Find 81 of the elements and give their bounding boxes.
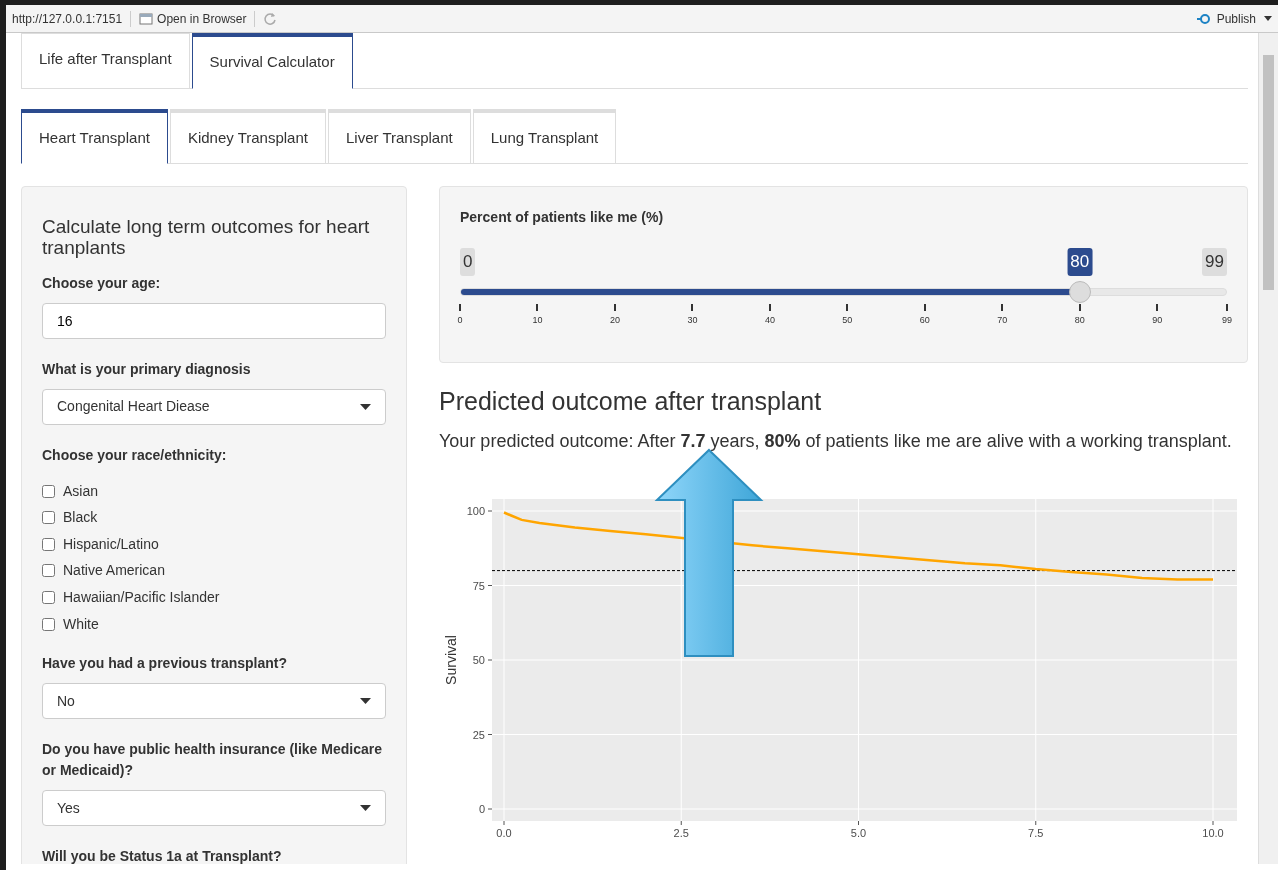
tick-label: 80: [1074, 314, 1085, 327]
tick-label: 20: [609, 314, 620, 327]
tick-label: 70: [997, 314, 1008, 327]
tick-mark: [536, 304, 539, 311]
caret-icon: [360, 403, 371, 410]
tab[interactable]: Life after Transplant: [21, 33, 190, 88]
axis-tick-label: 100: [466, 505, 485, 518]
age-input[interactable]: 16: [42, 302, 386, 339]
tick-label: 10: [532, 314, 543, 327]
tab[interactable]: Heart Transplant: [21, 108, 168, 164]
tab[interactable]: Survival Calculator: [191, 33, 353, 89]
field-label: Have you had a previous transplant?: [42, 654, 289, 674]
checkbox[interactable]: [42, 484, 55, 498]
caret-icon: [360, 805, 371, 812]
tick-mark: [459, 304, 461, 311]
field-label: Will you be Status 1a at Transplant?: [42, 847, 283, 864]
axis-title: Survival: [443, 635, 459, 686]
slider-label: Percent of patients like me (%): [460, 208, 665, 227]
axis-tick-label: 5.0: [850, 827, 867, 840]
slider-value: 80: [1067, 248, 1093, 276]
tick-label: 40: [764, 314, 775, 327]
tick-mark: [691, 304, 694, 311]
tick-label: 99: [1222, 314, 1232, 327]
caret-icon: [360, 698, 371, 705]
axis-tick-label: 0.0: [496, 827, 512, 840]
checkbox-label[interactable]: Hawaiian/Pacific Islander: [63, 586, 220, 608]
checkbox[interactable]: [42, 617, 55, 631]
open-browser-button[interactable]: Open in Browser: [139, 9, 247, 28]
slider-max: 99: [1202, 248, 1227, 276]
checkbox-label[interactable]: Black: [63, 507, 98, 529]
axis-tick-label: 25: [472, 728, 485, 741]
outcome-heading: Predicted outcome after transplant: [439, 386, 823, 417]
checkbox[interactable]: [42, 511, 55, 525]
tick-mark: [923, 304, 926, 311]
url-text: http://127.0.0.1:7151: [12, 10, 123, 28]
sidebar-title: Calculate long term outcomes for heart tranplants: [42, 217, 371, 259]
axis-tick-label: 2.5: [673, 827, 689, 840]
axis-tick-label: 7.5: [1028, 827, 1044, 840]
tab[interactable]: Liver Transplant: [327, 108, 471, 163]
checkbox[interactable]: [42, 537, 55, 551]
tick-label: 30: [687, 314, 698, 327]
publish-icon[interactable]: [1196, 12, 1213, 25]
tick-label: 50: [842, 314, 853, 327]
checkbox-label[interactable]: Native American: [63, 560, 165, 582]
scrollbar[interactable]: [1258, 33, 1278, 864]
slider-track[interactable]: [460, 288, 1227, 296]
tick-label: 60: [919, 314, 930, 327]
select-field[interactable]: Congenital Heart Diease: [42, 388, 386, 425]
tick-label: 90: [1152, 314, 1163, 327]
checkbox-label[interactable]: Asian: [63, 480, 99, 502]
checkbox-label[interactable]: White: [63, 613, 99, 635]
tick-mark: [1156, 304, 1159, 311]
caret-icon[interactable]: [1264, 16, 1272, 21]
tick-mark: [1001, 304, 1004, 311]
slider-handle[interactable]: [1068, 281, 1091, 303]
tick-mark: [1226, 304, 1228, 311]
window-icon[interactable]: [139, 12, 154, 25]
checkbox[interactable]: [42, 590, 55, 604]
publish-button[interactable]: Publish: [1196, 9, 1256, 28]
field-label: Do you have public health insurance (like Medicare or Medicaid)?: [42, 740, 383, 781]
checkbox[interactable]: [42, 564, 55, 578]
axis-tick-label: 50: [472, 654, 485, 667]
outcome-text: Your predicted outcome: After 7.7 years, 80% of patients like me are alive with a working transplant.: [439, 430, 1233, 452]
slider-min: 0: [460, 248, 476, 276]
tick-mark: [846, 304, 849, 311]
tab[interactable]: Kidney Transplant: [169, 108, 326, 163]
field-label: What is your primary diagnosis: [42, 359, 252, 379]
tick-label: 0: [457, 314, 463, 327]
tick-mark: [1078, 304, 1081, 311]
tick-mark: [768, 304, 771, 311]
tick-mark: [613, 304, 616, 311]
tab[interactable]: Lung Transplant: [472, 108, 617, 163]
checkbox-label[interactable]: Hispanic/Latino: [63, 533, 159, 555]
axis-tick-label: 0: [478, 803, 485, 816]
field-label: Choose your race/ethnicity:: [42, 445, 228, 465]
axis-tick-label: 75: [472, 579, 485, 592]
select-field[interactable]: No: [42, 683, 386, 720]
field-label: Choose your age:: [42, 273, 162, 293]
scrollbar-thumb[interactable]: [1263, 55, 1274, 290]
axis-tick-label: 10.0: [1202, 827, 1224, 840]
select-field[interactable]: Yes: [42, 790, 386, 827]
